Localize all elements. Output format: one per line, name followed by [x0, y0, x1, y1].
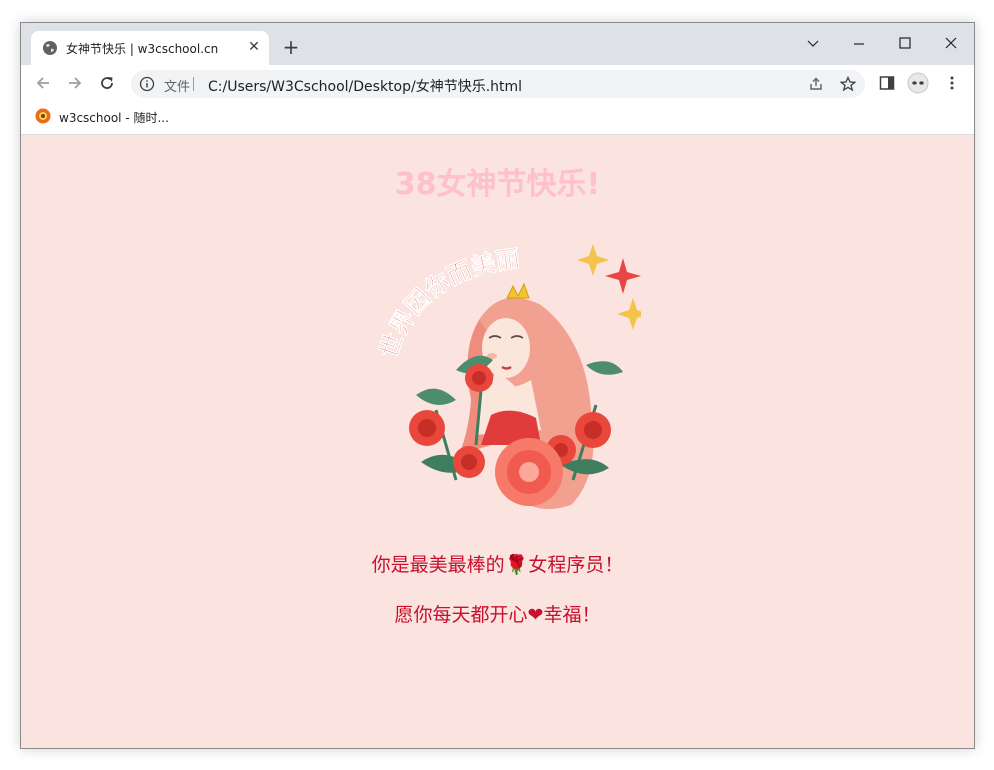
forward-arrow-icon[interactable]: [65, 73, 85, 93]
maximize-icon[interactable]: [882, 29, 928, 57]
title-bar: 女神节快乐 | w3cschool.cn ✕ +: [21, 23, 974, 65]
browser-tab[interactable]: 女神节快乐 | w3cschool.cn ✕: [31, 31, 269, 65]
tab-title: 女神节快乐 | w3cschool.cn: [66, 42, 219, 56]
profile-avatar-icon[interactable]: [907, 72, 929, 94]
line2-text-after: 幸福！: [543, 604, 601, 626]
rose-icon: 🌹: [504, 554, 529, 576]
message-line-1: 你是最美最棒的🌹女程序员！: [21, 550, 974, 577]
line2-text-before: 愿你每天都开心: [394, 604, 528, 626]
scheme-label: 文件: [164, 80, 191, 95]
bookmarks-bar: w3cschool - 随时...: [21, 101, 974, 135]
info-icon[interactable]: [139, 76, 155, 92]
message-line-2: 愿你每天都开心❤幸福！: [21, 600, 974, 627]
plus-icon[interactable]: +: [281, 37, 301, 57]
w3cschool-favicon[interactable]: [35, 108, 51, 124]
reload-icon[interactable]: [97, 73, 117, 93]
goddess-illustration: 世界因你而美丽: [374, 244, 641, 509]
address-bar[interactable]: 文件 C:/Users/W3Cschool/Desktop/女神节快乐.html: [131, 70, 865, 98]
heart-icon: ❤: [527, 604, 544, 626]
page-headline: 38女神节快乐!: [394, 167, 601, 202]
bookmark-w3cschool[interactable]: w3cschool - 随时...: [59, 109, 169, 126]
browser-toolbar: 文件 C:/Users/W3Cschool/Desktop/女神节快乐.html: [21, 65, 974, 101]
close-icon[interactable]: [928, 29, 974, 57]
minimize-icon[interactable]: [836, 29, 882, 57]
side-panel-icon[interactable]: [878, 74, 896, 92]
globe-icon: [43, 41, 57, 55]
share-icon[interactable]: [807, 75, 825, 93]
star-icon[interactable]: [839, 75, 857, 93]
close-icon[interactable]: ✕: [245, 38, 263, 56]
browser-window: 女神节快乐 | w3cschool.cn ✕ + 文件 C:/Users/W3C…: [20, 22, 975, 749]
omnibox-divider: [193, 77, 194, 91]
line1-text-before: 你是最美最棒的: [371, 554, 505, 576]
back-arrow-icon[interactable]: [33, 73, 53, 93]
chevron-down-icon[interactable]: [790, 29, 836, 57]
line1-text-after: 女程序员！: [528, 554, 624, 576]
more-menu-icon[interactable]: [943, 74, 961, 92]
page-content: 38女神节快乐! 世界因你而美丽 你是最美最棒的🌹女程序员！ 愿你每天都开心❤幸…: [21, 135, 974, 748]
url-text[interactable]: C:/Users/W3Cschool/Desktop/女神节快乐.html: [208, 76, 522, 96]
